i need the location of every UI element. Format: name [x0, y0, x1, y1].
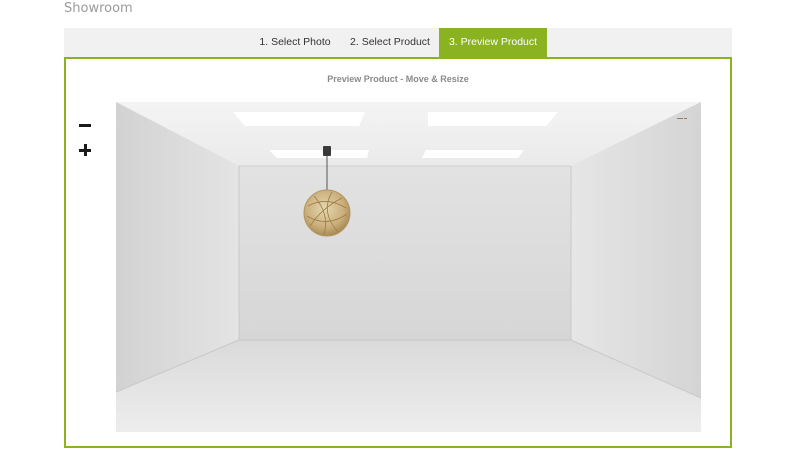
room-illustration [116, 102, 701, 432]
watermark: ▬▬ ▬ [677, 116, 687, 120]
zoom-in-button[interactable] [77, 142, 95, 160]
steps-bar: 1. Select Photo 2. Select Product 3. Pre… [64, 28, 732, 57]
room-photo: ▬▬ ▬ [116, 102, 701, 432]
step-preview-product[interactable]: 3. Preview Product [439, 28, 547, 57]
page-title: Showroom [64, 1, 133, 16]
zoom-out-button[interactable] [77, 117, 95, 135]
preview-heading: Preview Product - Move & Resize [327, 74, 469, 84]
pendant-lamp-icon[interactable] [302, 146, 352, 241]
preview-frame: Preview Product - Move & Resize ▬▬ ▬ [64, 57, 732, 448]
step-select-photo[interactable]: 1. Select Photo [251, 28, 339, 57]
step-select-product[interactable]: 2. Select Product [343, 28, 437, 57]
